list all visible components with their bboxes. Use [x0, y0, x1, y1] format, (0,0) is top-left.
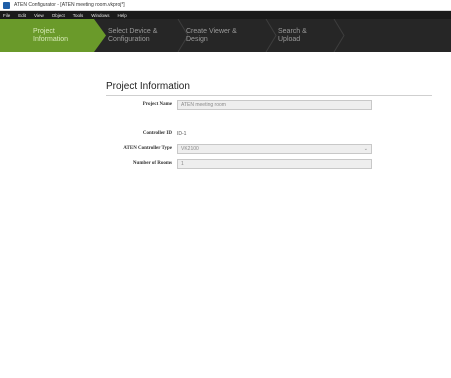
app-icon — [3, 1, 10, 9]
chevron-down-icon: ⌄ — [363, 146, 368, 152]
controller-type-value: VK2100 — [181, 146, 199, 152]
rooms-input[interactable]: 1 — [177, 159, 372, 169]
section-title: Project Information — [106, 81, 190, 92]
step-label: Select Device & Configuration — [108, 27, 158, 43]
project-name-input[interactable]: ATEN meeting room — [177, 100, 372, 110]
menu-view[interactable]: View — [34, 13, 44, 18]
step-label: Create Viewer & Design — [186, 27, 237, 43]
controller-type-select[interactable]: VK2100 ⌄ — [177, 144, 372, 154]
section-divider — [106, 95, 432, 96]
controller-type-label: ATEN Controller Type — [123, 146, 172, 151]
menu-windows[interactable]: Windows — [91, 13, 109, 18]
rooms-label: Number of Rooms — [132, 161, 172, 166]
step-label: Project Information — [33, 27, 69, 43]
step-create-viewer[interactable]: Create Viewer & Design — [186, 19, 276, 52]
title-bar: ATEN Configurator - [ATEN meeting room.v… — [0, 0, 451, 11]
project-name-label: Project Name — [142, 102, 172, 107]
menu-edit[interactable]: Edit — [18, 13, 26, 18]
project-information-panel: Project Information Project Name ATEN me… — [0, 52, 451, 378]
menu-tools[interactable]: Tools — [73, 13, 84, 18]
step-project-information[interactable]: Project Information — [0, 19, 106, 52]
controller-id-label: Controller ID — [142, 131, 172, 136]
controller-id-value: ID-1 — [177, 131, 187, 137]
menu-bar: File Edit View Object Tools Windows Help — [0, 11, 451, 19]
step-separator-chevron-icon — [332, 19, 346, 52]
step-label: Search & Upload — [278, 27, 307, 43]
menu-help[interactable]: Help — [118, 13, 127, 18]
menu-object[interactable]: Object — [52, 13, 65, 18]
wizard-steps: Project Information Select Device & Conf… — [0, 19, 451, 52]
window-title: ATEN Configurator - [ATEN meeting room.v… — [14, 2, 125, 8]
step-separator-chevron-icon — [264, 19, 278, 52]
menu-file[interactable]: File — [3, 13, 10, 18]
